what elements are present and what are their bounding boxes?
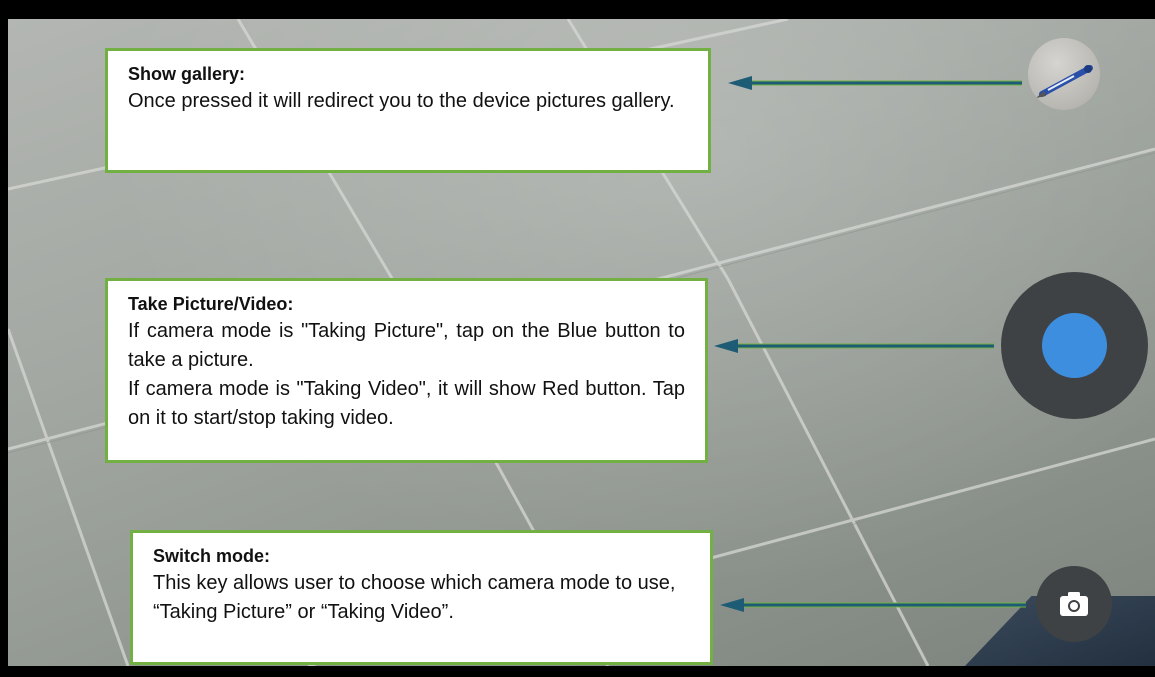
show-gallery-button[interactable] — [1028, 38, 1100, 110]
capture-dot-icon — [1042, 313, 1107, 378]
show-gallery-callout: Show gallery: Once pressed it will redir… — [105, 48, 711, 173]
pen-thumbnail-icon — [1036, 65, 1093, 98]
callout-body: Once pressed it will redirect you to the… — [128, 90, 675, 112]
callout-title: Take Picture/Video: — [128, 294, 294, 314]
switch-arrow — [720, 598, 1026, 612]
take-arrow — [714, 339, 994, 353]
callout-body: This key allows user to choose which cam… — [153, 572, 676, 623]
callout-title: Show gallery: — [128, 64, 246, 84]
camera-icon — [1060, 592, 1088, 616]
switch-mode-callout: Switch mode: This key allows user to cho… — [130, 530, 713, 665]
capture-button[interactable] — [1001, 272, 1148, 419]
switch-mode-button[interactable] — [1036, 566, 1112, 642]
take-picture-callout: Take Picture/Video: If camera mode is "T… — [105, 278, 708, 463]
callout-body-video: If camera mode is "Taking Video", it wil… — [128, 378, 685, 429]
callout-title: Switch mode: — [153, 546, 271, 566]
camera-screen: Show gallery: Once pressed it will redir… — [0, 0, 1155, 677]
gallery-arrow — [728, 76, 1022, 90]
callout-body-picture: If camera mode is "Taking Picture", tap … — [128, 320, 685, 371]
